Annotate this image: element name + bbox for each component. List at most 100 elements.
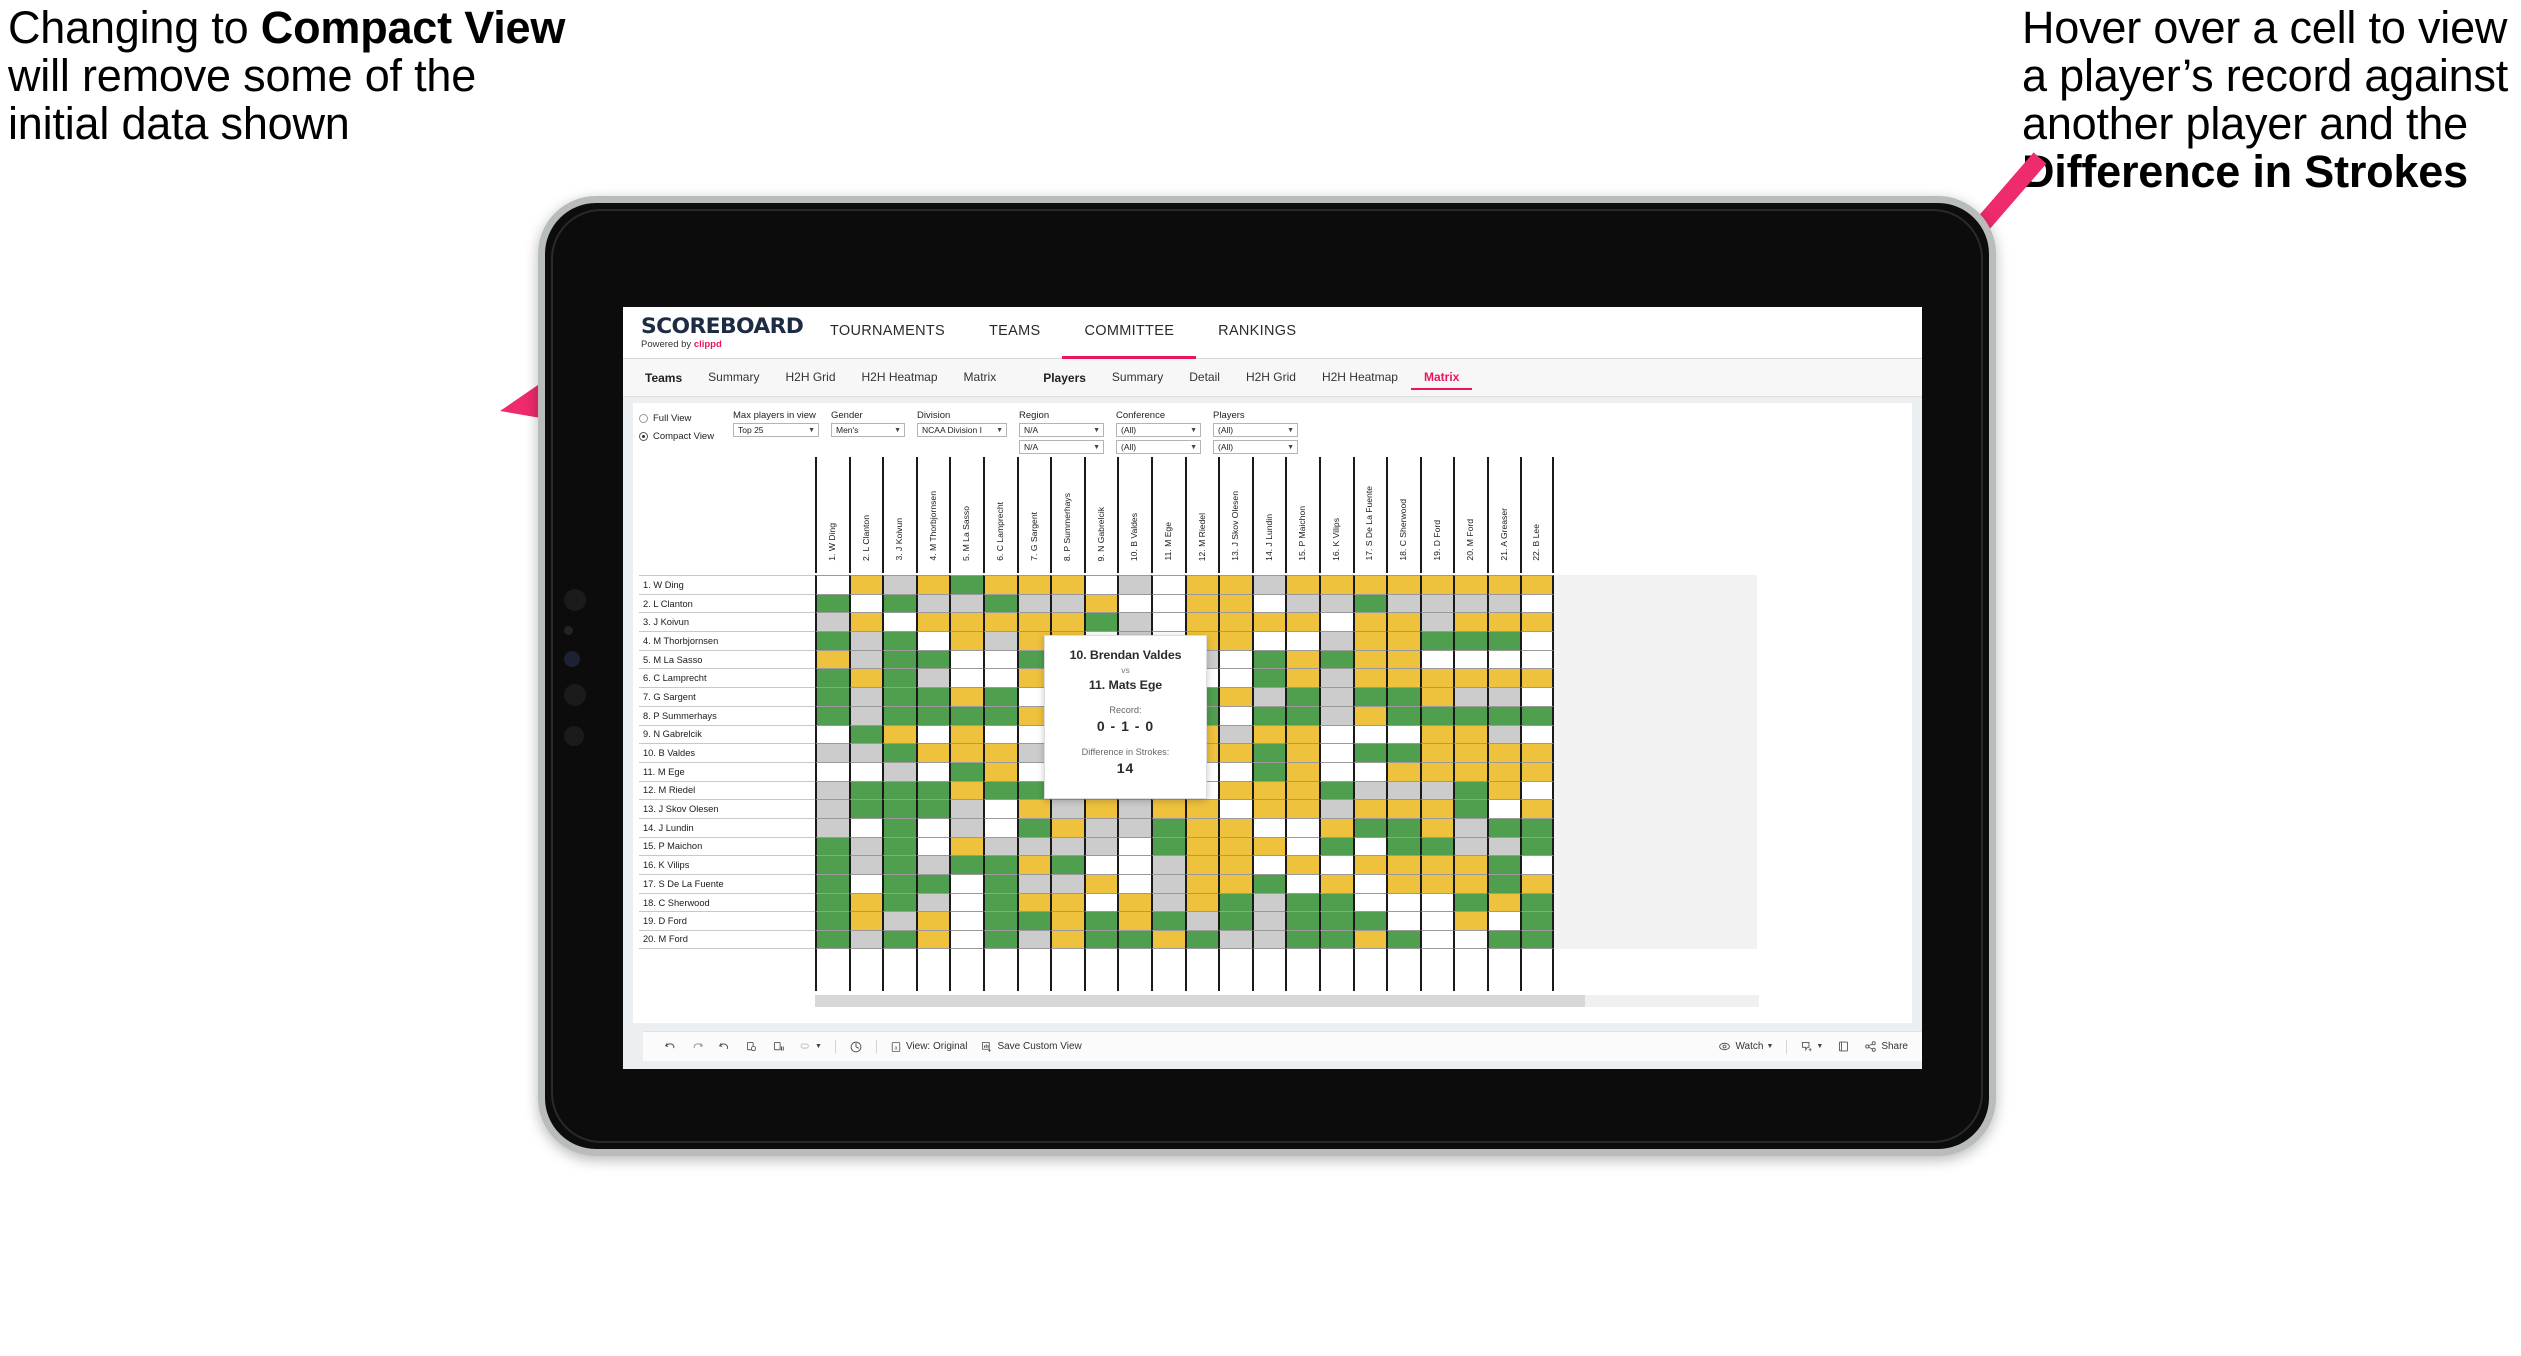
matrix-cell[interactable] (915, 911, 950, 931)
matrix-cell[interactable] (1150, 817, 1185, 837)
matrix-cell[interactable] (848, 799, 883, 818)
matrix-cell[interactable] (1184, 836, 1219, 856)
matrix-cell[interactable] (1419, 575, 1454, 594)
matrix-cell[interactable] (882, 668, 916, 688)
matrix-cell[interactable] (815, 836, 849, 856)
matrix-cell[interactable] (1520, 724, 1555, 744)
matrix-cell[interactable] (1016, 874, 1051, 893)
matrix-cell[interactable] (848, 593, 883, 613)
matrix-cell[interactable] (1352, 930, 1387, 949)
matrix-cell[interactable] (949, 930, 983, 949)
matrix-cell[interactable] (982, 668, 1017, 688)
matrix-cell[interactable] (1218, 817, 1252, 837)
matrix-cell[interactable] (949, 892, 983, 912)
matrix-cell[interactable] (982, 612, 1017, 632)
matrix-cell[interactable] (1285, 687, 1319, 706)
matrix-cell[interactable] (1251, 930, 1286, 949)
matrix-cell[interactable] (949, 612, 983, 632)
matrix-cell[interactable] (915, 799, 950, 818)
matrix-cell[interactable] (1419, 687, 1454, 706)
matrix-cell[interactable] (1486, 687, 1521, 706)
matrix-cell[interactable] (882, 799, 916, 818)
matrix-cell[interactable] (1117, 930, 1151, 949)
matrix-cell[interactable] (1318, 649, 1353, 669)
matrix-cell[interactable] (982, 780, 1017, 800)
matrix-cell[interactable] (949, 799, 983, 818)
matrix-cell[interactable] (882, 705, 916, 725)
revert-button[interactable] (711, 1040, 738, 1053)
subnav-players-matrix[interactable]: Matrix (1410, 366, 1473, 390)
matrix-cell[interactable] (1419, 724, 1454, 744)
matrix-cell[interactable] (1352, 743, 1387, 762)
matrix-horizontal-scrollbar[interactable] (815, 995, 1759, 1007)
redo-button[interactable] (684, 1040, 711, 1053)
matrix-cell[interactable] (1453, 911, 1487, 931)
matrix-cell[interactable] (848, 743, 883, 762)
matrix-cell[interactable] (1386, 575, 1420, 594)
matrix-cell[interactable] (1453, 724, 1487, 744)
matrix-cell[interactable] (1486, 855, 1521, 874)
matrix-cell[interactable] (949, 649, 983, 669)
matrix-cell[interactable] (1352, 836, 1387, 856)
filter-conference-select-2[interactable]: (All) ▼ (1116, 440, 1201, 454)
matrix-cell[interactable] (982, 743, 1017, 762)
save-custom-view-button[interactable]: Save Custom View (974, 1041, 1088, 1053)
matrix-cell[interactable] (848, 892, 883, 912)
matrix-cell[interactable] (982, 724, 1017, 744)
matrix-cell[interactable] (1486, 911, 1521, 931)
matrix-cell[interactable] (1218, 705, 1252, 725)
matrix-cell[interactable] (982, 687, 1017, 706)
matrix-cell[interactable] (1419, 668, 1454, 688)
matrix-cell[interactable] (1251, 911, 1286, 931)
matrix-cell[interactable] (1453, 743, 1487, 762)
matrix-cell[interactable] (949, 855, 983, 874)
matrix-cell[interactable] (915, 649, 950, 669)
matrix-cell[interactable] (1016, 817, 1051, 837)
matrix-cell[interactable] (848, 817, 883, 837)
matrix-cell[interactable] (1117, 836, 1151, 856)
matrix-cell[interactable] (1218, 575, 1252, 594)
matrix-cell[interactable] (1386, 930, 1420, 949)
matrix-cell[interactable] (1251, 631, 1286, 650)
matrix-cell[interactable] (1419, 705, 1454, 725)
matrix-cell[interactable] (982, 593, 1017, 613)
matrix-cell[interactable] (1285, 855, 1319, 874)
matrix-cell[interactable] (1218, 593, 1252, 613)
matrix-cell[interactable] (1419, 631, 1454, 650)
matrix-cell[interactable] (1050, 930, 1084, 949)
matrix-cell[interactable] (815, 892, 849, 912)
matrix-cell[interactable] (1016, 836, 1051, 856)
matrix-cell[interactable] (1251, 668, 1286, 688)
matrix-cell[interactable] (1520, 668, 1555, 688)
matrix-cell[interactable] (1486, 780, 1521, 800)
matrix-cell[interactable] (1453, 668, 1487, 688)
matrix-cell[interactable] (882, 817, 916, 837)
matrix-cell[interactable] (1486, 724, 1521, 744)
share-button[interactable]: Share (1857, 1040, 1922, 1053)
matrix-cell[interactable] (1218, 874, 1252, 893)
matrix-cell[interactable] (949, 631, 983, 650)
watch-button[interactable]: Watch ▼ (1711, 1040, 1780, 1053)
matrix-cell[interactable] (1453, 780, 1487, 800)
matrix-cell[interactable] (815, 743, 849, 762)
matrix-cell[interactable] (1386, 743, 1420, 762)
matrix-cell[interactable] (1386, 761, 1420, 781)
matrix-cell[interactable] (1150, 892, 1185, 912)
subnav-players-summary[interactable]: Summary (1099, 366, 1176, 390)
matrix-cell[interactable] (1251, 855, 1286, 874)
matrix-cell[interactable] (949, 780, 983, 800)
matrix-cell[interactable] (1386, 911, 1420, 931)
matrix-cell[interactable] (1016, 892, 1051, 912)
filter-division-select[interactable]: NCAA Division I ▼ (917, 423, 1007, 437)
matrix-cell[interactable] (882, 780, 916, 800)
matrix-cell[interactable] (1453, 855, 1487, 874)
matrix-cell[interactable] (1150, 836, 1185, 856)
matrix-cell[interactable] (1486, 668, 1521, 688)
matrix-cell[interactable] (1184, 593, 1219, 613)
matrix-cell[interactable] (1050, 575, 1084, 594)
matrix-cell[interactable] (1419, 855, 1454, 874)
matrix-cell[interactable] (815, 593, 849, 613)
matrix-cell[interactable] (1453, 612, 1487, 632)
matrix-cell[interactable] (1251, 743, 1286, 762)
matrix-cell[interactable] (1083, 911, 1118, 931)
